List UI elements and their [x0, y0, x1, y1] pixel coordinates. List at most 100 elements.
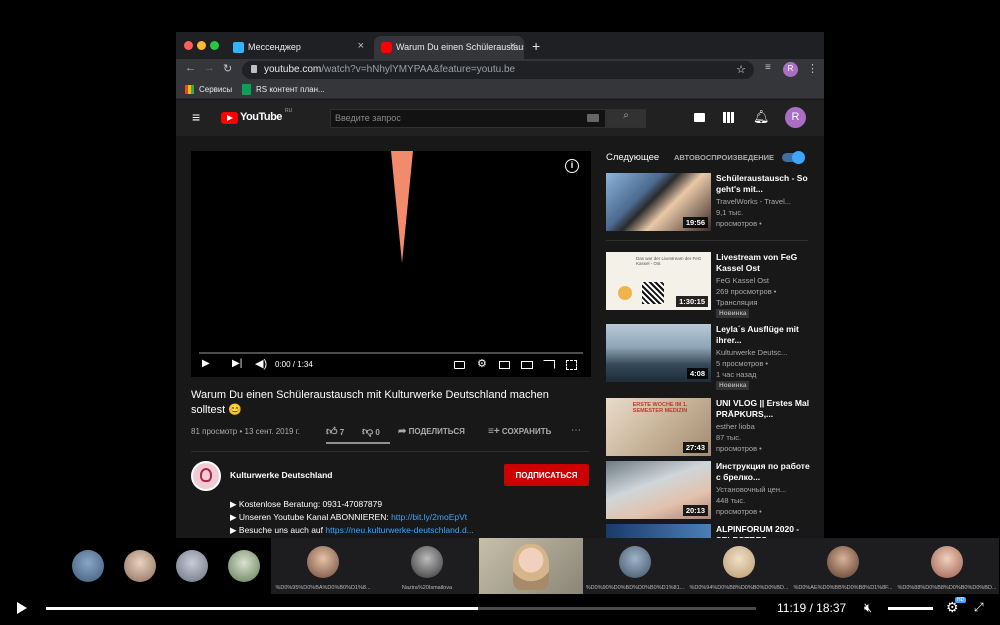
description-link[interactable]: http://bit.ly/2moEpVt [391, 512, 467, 522]
lock-icon [251, 65, 257, 73]
like-button[interactable]: 👍︎ 7 [326, 425, 344, 438]
rec-title: Инструкция по работе с брелко... [716, 461, 810, 482]
close-window-icon[interactable] [184, 41, 193, 50]
autoplay-toggle[interactable] [782, 151, 805, 164]
participant-tile[interactable]: %D0%AE%D0%BB%D0%B8%D1%8F... [791, 538, 895, 594]
search-icon: ⌕ [623, 110, 629, 121]
back-icon[interactable]: ← [185, 62, 196, 74]
video-thumbnail: 4:08 [606, 324, 711, 382]
recommended-video[interactable]: 20:13 Инструкция по работе с брелко... У… [606, 461, 816, 519]
description-link[interactable]: https://neu.kulturwerke-deutschland.d... [325, 525, 473, 535]
participant-avatar[interactable] [124, 550, 156, 582]
autoplay-label: АВТОВОСПРОИЗВЕДЕНИЕ [674, 153, 775, 162]
new-tab-button[interactable]: + [532, 38, 540, 54]
keyboard-icon[interactable] [587, 114, 599, 122]
subtitles-icon[interactable] [454, 361, 465, 369]
recommended-video[interactable]: Das war der Livestream der FeG Kassel - … [606, 252, 816, 318]
rec-meta: 1 час назад [716, 370, 757, 379]
fullscreen-icon[interactable] [566, 360, 577, 370]
video-frame-shape [391, 151, 413, 263]
video-progress-bar[interactable] [199, 352, 583, 354]
recommended-video[interactable]: ALPINFORUM 2020 - SELBSTBES... [606, 524, 816, 538]
forward-icon[interactable]: → [204, 62, 215, 74]
theater-mode-icon[interactable] [521, 361, 533, 369]
profile-avatar[interactable]: R [783, 62, 798, 77]
channel-name[interactable]: Kulturwerke Deutschland [230, 470, 333, 480]
youtube-logo-icon[interactable] [221, 112, 238, 124]
participant-video-tile[interactable] [479, 538, 583, 594]
participant-avatar[interactable] [176, 550, 208, 582]
fullscreen-icon[interactable]: ⤢ [974, 600, 984, 615]
video-thumbnail: 19:56 [606, 173, 711, 231]
participant-avatar[interactable] [228, 550, 260, 582]
play-icon[interactable]: ▶ [202, 358, 210, 369]
rec-channel: FeG Kassel Ost [716, 276, 769, 285]
reading-list-icon[interactable]: ≡ [765, 62, 771, 73]
browser-menu-icon[interactable]: ⋮ [807, 62, 818, 75]
participant-tile[interactable]: %D0%95%D0%BA%D0%B0%D1%8... [271, 538, 375, 594]
channel-avatar[interactable] [191, 461, 221, 491]
minimize-window-icon[interactable] [197, 41, 206, 50]
bookmark-star-icon[interactable]: ☆ [736, 63, 746, 76]
cast-icon[interactable] [543, 360, 555, 369]
recommended-video[interactable]: 19:56 Schüleraustausch - So geht's mit..… [606, 173, 816, 231]
participant-avatar[interactable] [72, 550, 104, 582]
participant-name: %D0%95%D0%BA%D0%B0%D1%8... [275, 585, 371, 591]
close-tab-icon[interactable]: × [510, 40, 516, 52]
playback-progress-bar[interactable] [46, 607, 756, 610]
video-thumbnail: Das war der Livestream der FeG Kassel - … [606, 252, 711, 310]
participant-name: %D0%90%D0%BD%D0%B0%D1%81... [585, 585, 685, 591]
bookmark-content-plan[interactable]: RS контент план... [256, 85, 325, 94]
reload-icon[interactable]: ↻ [223, 62, 232, 75]
mute-icon[interactable]: 🔇︎ [864, 600, 872, 616]
maximize-window-icon[interactable] [210, 41, 219, 50]
address-bar[interactable]: youtube.com/watch?v=hNhylYMYPAA&feature=… [242, 61, 754, 79]
recommended-video[interactable]: 4:08 Leyla´s Ausflüge mit ihrer... Kultu… [606, 324, 816, 390]
bookmark-services[interactable]: Сервисы [199, 85, 232, 94]
volume-slider[interactable] [888, 607, 933, 610]
play-icon[interactable] [17, 602, 27, 614]
apps-grid-icon[interactable] [723, 112, 734, 123]
account-avatar[interactable]: R [785, 107, 806, 128]
logo-badge [618, 286, 632, 300]
hamburger-menu-icon[interactable]: ≡ [192, 110, 200, 124]
participant-tile[interactable]: %D0%88%D0%B8%D0%B0%D0%BD... [895, 538, 999, 594]
participant-name: Nazira%20Ismailova [401, 585, 453, 591]
participant-tile[interactable]: %D0%90%D0%BD%D0%B0%D1%81... [583, 538, 687, 594]
settings-icon[interactable]: ⚙ [477, 357, 487, 370]
volume-icon[interactable]: ◀) [255, 357, 267, 370]
quality-badge: HD [955, 597, 967, 603]
tab-youtube-video[interactable]: Warum Du einen Schüleraustausch × [374, 36, 524, 59]
notifications-bell-icon[interactable]: 🔔︎ [753, 109, 770, 125]
dislike-button[interactable]: 👎︎ 0 [362, 425, 380, 438]
save-button[interactable]: ≡+ СОХРАНИТЬ [488, 426, 551, 437]
share-button[interactable]: ➦ ПОДЕЛИТЬСЯ [398, 426, 465, 437]
video-title: Warum Du einen Schüleraustausch mit Kult… [191, 389, 549, 416]
subscribe-button[interactable]: ПОДПИСАТЬСЯ [504, 464, 589, 486]
info-icon[interactable]: i [565, 159, 579, 173]
youtube-logo-text[interactable]: YouTube [240, 111, 282, 123]
participant-photo [513, 544, 549, 590]
recommended-video[interactable]: ERSTE WOCHE IM 1. SEMESTER MEDIZIN 27:43… [606, 398, 816, 456]
arrow-icon: ▶ [230, 512, 239, 522]
new-badge: Новинка [716, 309, 750, 318]
next-icon[interactable]: ▶| [232, 358, 242, 369]
participant-name: %D0%AE%D0%BB%D0%B8%D1%8F... [793, 585, 893, 591]
participant-tile[interactable]: %D0%94%D0%B8%D0%B0%D0%BD... [687, 538, 791, 594]
create-video-icon[interactable] [694, 113, 705, 122]
video-player[interactable]: i ▶ ▶| ◀) 0:00 / 1:34 ⚙ [191, 151, 591, 377]
description-line: ▶ Kostenlose Beratung: 0931-47087879 [230, 499, 383, 509]
tab-messenger[interactable]: Мессенджер × [226, 36, 372, 59]
participant-name: %D0%94%D0%B8%D0%B0%D0%BD... [689, 585, 789, 591]
navigation-bar: ← → ↻ youtube.com/watch?v=hNhylYMYPAA&fe… [176, 59, 824, 81]
participant-tile[interactable]: Nazira%20Ismailova [375, 538, 479, 594]
search-button[interactable]: ⌕ [606, 109, 646, 128]
rec-title: ALPINFORUM 2020 - SELBSTBES... [716, 524, 800, 538]
miniplayer-icon[interactable] [499, 361, 510, 369]
more-actions-icon[interactable]: ⋯ [571, 425, 581, 436]
playback-time: 11:19 / 18:37 [777, 601, 847, 615]
rec-channel: TravelWorks - Travel... [716, 197, 792, 206]
search-input[interactable]: Введите запрос [330, 109, 606, 128]
playback-total: 18:37 [816, 601, 847, 615]
close-tab-icon[interactable]: × [358, 40, 364, 52]
